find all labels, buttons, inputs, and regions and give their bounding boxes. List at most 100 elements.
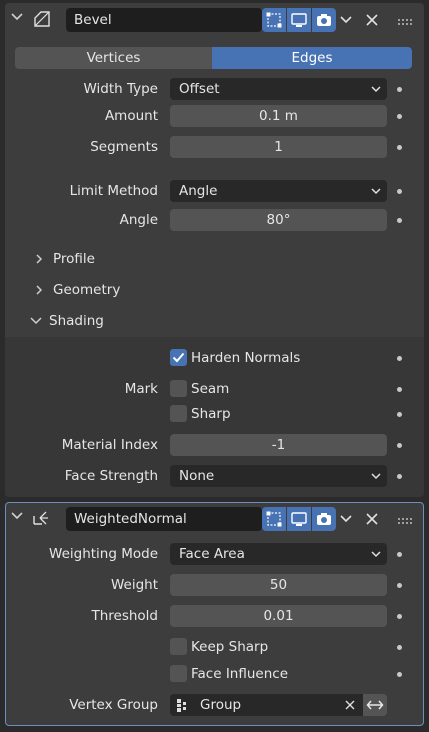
modifier-menu-chevron-icon[interactable] bbox=[338, 511, 356, 529]
amount-field[interactable]: 0.1 m bbox=[170, 105, 387, 127]
material-index-field[interactable]: -1 bbox=[170, 434, 387, 456]
keyframe-dot[interactable] bbox=[397, 645, 402, 650]
keep-sharp-label: Keep Sharp bbox=[191, 639, 269, 655]
render-toggle[interactable] bbox=[312, 8, 336, 32]
keyframe-dot[interactable] bbox=[397, 356, 402, 361]
viewport-display-toggle[interactable] bbox=[287, 8, 311, 32]
keyframe-dot[interactable] bbox=[397, 87, 402, 92]
weight-label: Weight bbox=[110, 577, 158, 593]
keyframe-dot[interactable] bbox=[397, 443, 402, 448]
keep-sharp-checkbox[interactable] bbox=[170, 638, 187, 655]
arrow-left-right-icon bbox=[366, 700, 384, 710]
angle-row: Angle 80° bbox=[5, 208, 424, 232]
limit-method-row: Limit Method Angle bbox=[5, 179, 424, 203]
drag-handle-icon[interactable] bbox=[398, 15, 414, 25]
vertex-group-row: Vertex Group Group bbox=[6, 693, 423, 717]
keyframe-dot[interactable] bbox=[397, 218, 402, 223]
seam-checkbox[interactable] bbox=[170, 380, 187, 397]
tab-vertices[interactable]: Vertices bbox=[15, 47, 212, 69]
keyframe-dot[interactable] bbox=[397, 412, 402, 417]
width-type-value: Offset bbox=[179, 81, 220, 97]
amount-label: Amount bbox=[104, 108, 158, 124]
keep-sharp-row: Keep Sharp bbox=[6, 635, 423, 659]
clear-icon[interactable] bbox=[344, 699, 356, 711]
sharp-label: Sharp bbox=[191, 406, 231, 422]
modifier-menu-chevron-icon[interactable] bbox=[338, 12, 356, 30]
chevron-down-icon bbox=[371, 188, 381, 195]
keyframe-dot[interactable] bbox=[397, 145, 402, 150]
edit-mode-toggle[interactable] bbox=[262, 8, 286, 32]
limit-method-dropdown[interactable]: Angle bbox=[170, 180, 387, 202]
collapse-chevron-icon[interactable] bbox=[9, 508, 29, 528]
subpanel-shading[interactable]: Shading bbox=[29, 309, 149, 333]
limit-method-label: Limit Method bbox=[69, 183, 158, 199]
mark-label: Mark bbox=[124, 381, 158, 397]
keyframe-dot[interactable] bbox=[397, 387, 402, 392]
monitor-icon bbox=[291, 13, 307, 27]
sharp-checkbox[interactable] bbox=[170, 405, 187, 422]
camera-icon bbox=[317, 513, 331, 525]
bevel-modifier-panel: Bevel Vertices Edges Width Type Offset A… bbox=[5, 3, 424, 497]
subpanel-profile[interactable]: Profile bbox=[33, 247, 153, 271]
amount-row: Amount 0.1 m bbox=[5, 104, 424, 128]
keyframe-dot[interactable] bbox=[397, 552, 402, 557]
keyframe-dot[interactable] bbox=[397, 614, 402, 619]
subpanel-geometry[interactable]: Geometry bbox=[33, 278, 153, 302]
tab-edges[interactable]: Edges bbox=[212, 47, 412, 69]
chevron-down-icon bbox=[371, 473, 381, 480]
mark-seam-row: Mark Seam bbox=[5, 377, 424, 401]
modifier-name-field[interactable]: WeightedNormal bbox=[66, 507, 262, 531]
modifier-name-field[interactable]: Bevel bbox=[66, 8, 262, 32]
face-strength-label: Face Strength bbox=[64, 468, 158, 484]
render-toggle[interactable] bbox=[312, 507, 336, 531]
weight-field[interactable]: 50 bbox=[170, 574, 387, 596]
threshold-row: Threshold 0.01 bbox=[6, 604, 423, 628]
threshold-field[interactable]: 0.01 bbox=[170, 605, 387, 627]
limit-method-value: Angle bbox=[179, 183, 218, 199]
vertex-group-value: Group bbox=[200, 697, 242, 713]
camera-icon bbox=[317, 14, 331, 26]
close-icon[interactable] bbox=[364, 511, 382, 529]
close-icon[interactable] bbox=[364, 12, 382, 30]
mark-sharp-row: Sharp bbox=[5, 402, 424, 426]
face-strength-value: None bbox=[179, 468, 215, 484]
keyframe-dot[interactable] bbox=[397, 189, 402, 194]
keyframe-dot[interactable] bbox=[397, 474, 402, 479]
keyframe-dot[interactable] bbox=[397, 672, 402, 677]
angle-field[interactable]: 80° bbox=[170, 209, 387, 231]
vertex-group-field[interactable]: Group bbox=[170, 694, 363, 716]
edit-mode-icon bbox=[266, 12, 282, 28]
face-influence-label: Face Influence bbox=[191, 666, 289, 682]
weighting-mode-dropdown[interactable]: Face Area bbox=[170, 543, 387, 565]
drag-handle-icon[interactable] bbox=[398, 514, 414, 524]
invert-vertex-group-button[interactable] bbox=[363, 694, 387, 716]
keyframe-dot[interactable] bbox=[397, 114, 402, 119]
width-type-label: Width Type bbox=[83, 81, 158, 97]
vertex-group-icon bbox=[177, 699, 186, 712]
face-strength-dropdown[interactable]: None bbox=[170, 465, 387, 487]
segments-row: Segments 1 bbox=[5, 135, 424, 159]
monitor-icon bbox=[291, 512, 307, 526]
bevel-modifier-icon bbox=[33, 10, 53, 30]
viewport-display-toggle[interactable] bbox=[287, 507, 311, 531]
width-type-row: Width Type Offset bbox=[5, 77, 424, 101]
material-index-row: Material Index -1 bbox=[5, 433, 424, 457]
face-influence-row: Face Influence bbox=[6, 662, 423, 686]
threshold-label: Threshold bbox=[91, 608, 158, 624]
chevron-down-icon bbox=[371, 86, 381, 93]
keyframe-dot[interactable] bbox=[397, 583, 402, 588]
face-strength-row: Face Strength None bbox=[5, 464, 424, 488]
collapse-chevron-icon[interactable] bbox=[9, 9, 29, 29]
segments-label: Segments bbox=[90, 139, 158, 155]
segments-field[interactable]: 1 bbox=[170, 136, 387, 158]
edit-mode-toggle[interactable] bbox=[262, 507, 286, 531]
chevron-right-icon bbox=[36, 254, 43, 264]
face-influence-checkbox[interactable] bbox=[170, 665, 187, 682]
edit-mode-icon bbox=[266, 511, 282, 527]
subpanel-profile-label: Profile bbox=[53, 251, 95, 267]
weighted-normal-modifier-panel: WeightedNormal Weighting Mode Face Area … bbox=[5, 502, 424, 726]
width-type-dropdown[interactable]: Offset bbox=[170, 78, 387, 100]
harden-normals-checkbox[interactable] bbox=[170, 349, 187, 366]
seam-label: Seam bbox=[191, 381, 230, 397]
harden-normals-label: Harden Normals bbox=[191, 350, 301, 366]
